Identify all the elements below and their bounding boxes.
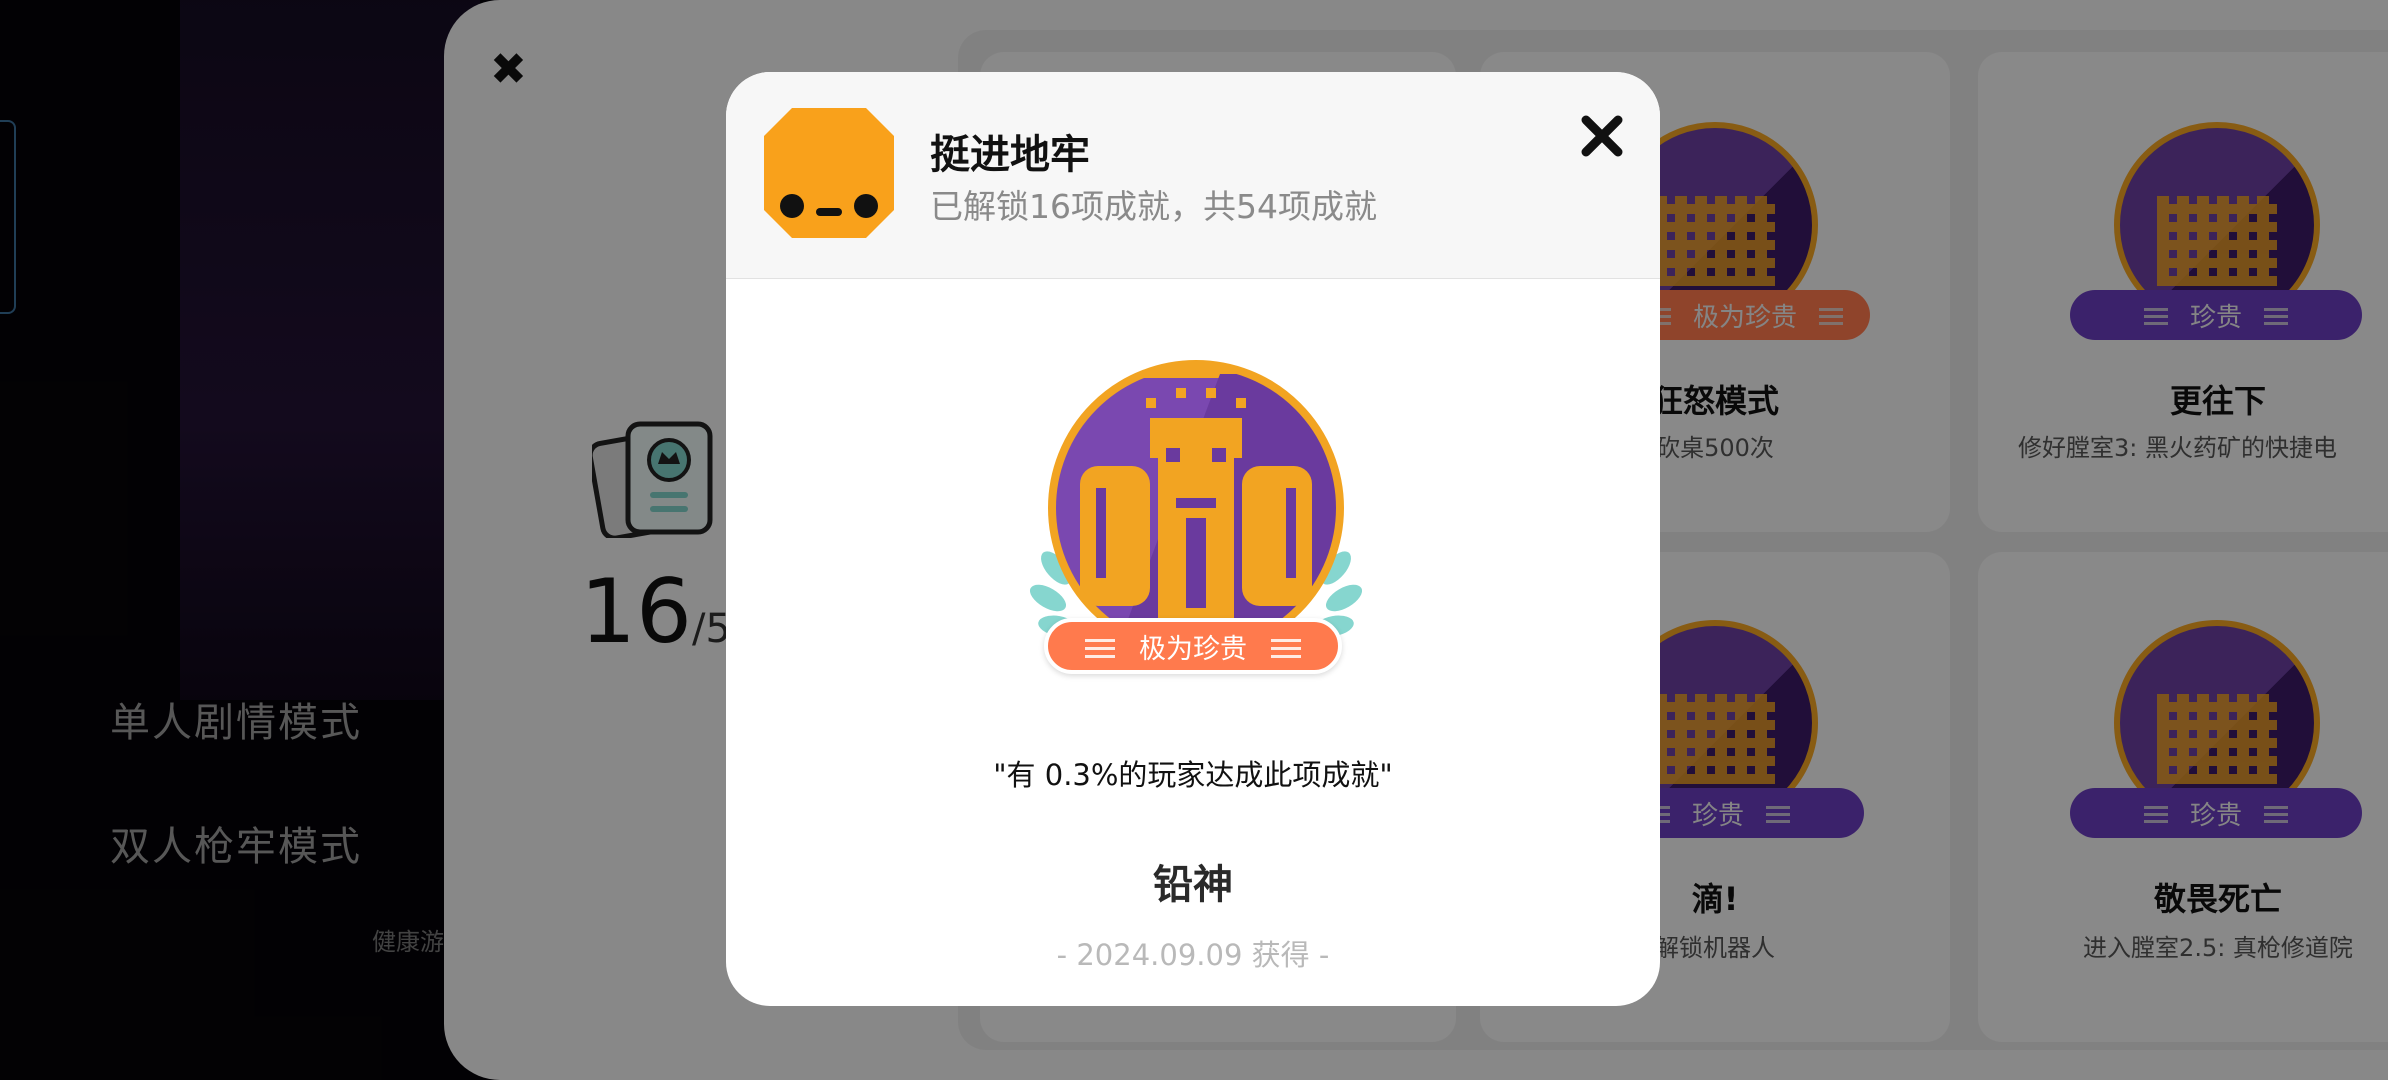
rarity-label: 极为珍贵 bbox=[1139, 633, 1247, 665]
obtained-date: - 2024.09.09 获得 - bbox=[1056, 938, 1330, 972]
achievement-detail-modal: 挺进地牢 已解锁16项成就，共54项成就 极为珍贵 "有 0.3%的玩家达成此项… bbox=[726, 72, 1660, 1006]
rarity-bars-icon bbox=[1085, 634, 1115, 658]
achievement-name: 铅神 bbox=[1153, 862, 1233, 908]
game-title: 挺进地牢 bbox=[930, 132, 1090, 178]
rarity-badge: 极为珍贵 bbox=[1044, 618, 1342, 674]
unlock-progress-text: 已解锁16项成就，共54项成就 bbox=[930, 187, 1377, 226]
modal-header: 挺进地牢 已解锁16项成就，共54项成就 bbox=[726, 72, 1660, 279]
close-icon[interactable] bbox=[1578, 112, 1626, 160]
rarity-bars-icon bbox=[1271, 634, 1301, 658]
achievement-stat-quote: "有 0.3%的玩家达成此项成就" bbox=[993, 758, 1393, 792]
game-logo-icon bbox=[764, 108, 894, 238]
